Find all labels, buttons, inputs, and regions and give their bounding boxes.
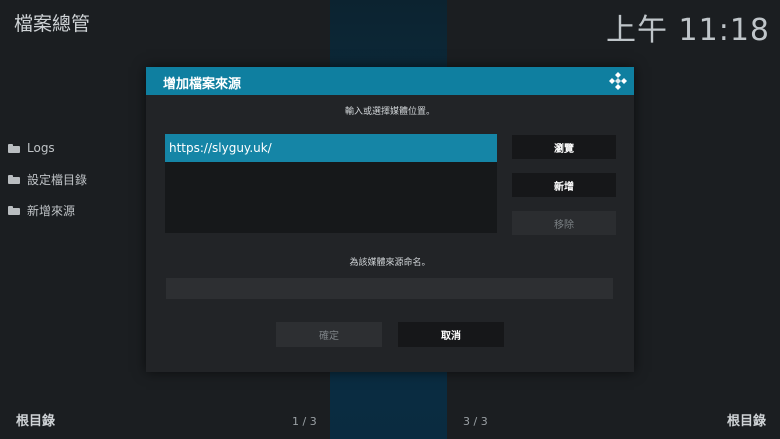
cancel-button[interactable]: 取消 [398, 322, 504, 347]
ok-button[interactable]: 確定 [276, 322, 382, 347]
path-prompt: 輸入或選擇媒體位置。 [344, 107, 435, 117]
browse-button[interactable]: 瀏覽 [512, 135, 616, 159]
source-path-list[interactable]: https://slyguy.uk/ [165, 134, 497, 233]
add-source-dialog: 增加檔案來源 輸入或選擇媒體位置。 https://slyguy.uk/ 瀏覽 … [146, 67, 634, 372]
kodi-logo-icon [609, 72, 627, 90]
page-indicator-right: 3 / 3 [463, 415, 488, 428]
sidebar-item-logs[interactable]: Logs [8, 141, 55, 155]
dialog-header: 增加檔案來源 [146, 67, 634, 95]
footer-root-label-left: 根目錄 [16, 414, 56, 429]
add-button[interactable]: 新增 [512, 173, 616, 197]
folder-icon [8, 206, 20, 215]
app-title: 檔案總管 [14, 13, 91, 35]
remove-button[interactable]: 移除 [512, 211, 616, 235]
footer-root-label-right: 根目錄 [726, 414, 766, 429]
dialog-title: 增加檔案來源 [163, 77, 242, 92]
source-name-input[interactable] [166, 278, 613, 299]
sidebar-item-label: 新增來源 [27, 204, 76, 218]
sidebar-item-profile-directory[interactable]: 設定檔目錄 [8, 171, 87, 188]
sidebar-item-label: 設定檔目錄 [27, 173, 88, 187]
folder-icon [8, 175, 20, 184]
sidebar-item-label: Logs [27, 141, 55, 155]
clock: 上午 11:18 [606, 13, 770, 48]
name-prompt: 為該媒體來源命名。 [349, 258, 431, 268]
sidebar-item-add-source[interactable]: 新增來源 [8, 202, 75, 219]
folder-icon [8, 143, 20, 153]
page-indicator-left: 1 / 3 [292, 415, 317, 428]
list-item[interactable]: https://slyguy.uk/ [165, 134, 497, 162]
